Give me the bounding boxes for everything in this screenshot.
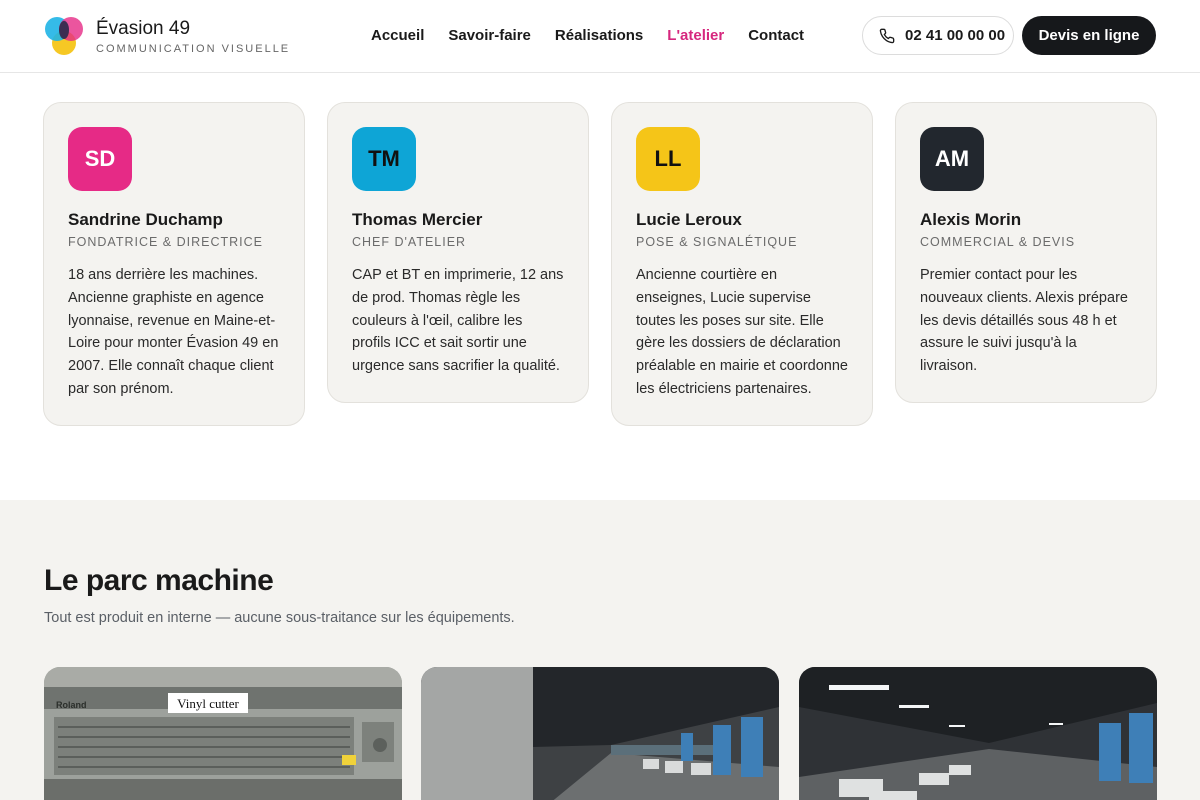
brand-tagline: COMMUNICATION VISUELLE: [96, 43, 291, 55]
member-name: Lucie Leroux: [636, 210, 742, 229]
phone-number: 02 41 00 00 00: [905, 27, 1006, 44]
member-role: POSE & SIGNALÉTIQUE: [636, 235, 798, 249]
machine-photo-warehouse[interactable]: [421, 667, 779, 800]
avatar: AM: [920, 127, 984, 191]
warehouse-image: [799, 667, 1157, 800]
team-card: TM Thomas Mercier CHEF D'ATELIER CAP et …: [327, 102, 589, 403]
main-nav: Accueil Savoir-faire Réalisations L'atel…: [371, 27, 804, 44]
member-name: Alexis Morin: [920, 210, 1022, 229]
section-subtitle: Tout est produit en interne — aucune sou…: [44, 610, 515, 626]
avatar: TM: [352, 127, 416, 191]
site-header: Évasion 49 COMMUNICATION VISUELLE Accuei…: [0, 0, 1200, 73]
member-name: Sandrine Duchamp: [68, 210, 223, 229]
nav-item-savoir-faire[interactable]: Savoir-faire: [448, 27, 531, 44]
nav-item-atelier[interactable]: L'atelier: [667, 27, 724, 44]
member-bio: Ancienne courtière en enseignes, Lucie s…: [636, 267, 848, 397]
nav-item-contact[interactable]: Contact: [748, 27, 804, 44]
section-title: Le parc machine: [44, 564, 274, 597]
team-card: AM Alexis Morin COMMERCIAL & DEVIS Premi…: [895, 102, 1157, 403]
vinyl-cutter-label: Vinyl cutter: [177, 696, 239, 711]
team-card: LL Lucie Leroux POSE & SIGNALÉTIQUE Anci…: [611, 102, 873, 426]
member-role: COMMERCIAL & DEVIS: [920, 235, 1076, 249]
member-role: FONDATRICE & DIRECTRICE: [68, 235, 263, 249]
member-role: CHEF D'ATELIER: [352, 235, 467, 249]
online-quote-button[interactable]: Devis en ligne: [1022, 16, 1156, 55]
brand-logo-icon[interactable]: [44, 15, 84, 57]
avatar: LL: [636, 127, 700, 191]
warehouse-image: [421, 667, 779, 800]
phone-button[interactable]: 02 41 00 00 00: [862, 16, 1014, 55]
brand-name[interactable]: Évasion 49: [96, 18, 190, 40]
machine-section: Le parc machine Tout est produit en inte…: [0, 500, 1200, 800]
team-card: SD Sandrine Duchamp FONDATRICE & DIRECTR…: [43, 102, 305, 426]
vinyl-cutter-image: Roland Vinyl cutter: [44, 667, 402, 800]
nav-item-realisations[interactable]: Réalisations: [555, 27, 643, 44]
machine-photo-warehouse-2[interactable]: [799, 667, 1157, 800]
phone-icon: [879, 28, 895, 43]
machine-photo-vinyl-cutter[interactable]: Roland Vinyl cutter: [44, 667, 402, 800]
member-name: Thomas Mercier: [352, 210, 483, 229]
member-bio: CAP et BT en imprimerie, 12 ans de prod.…: [352, 267, 564, 375]
member-bio: Premier contact pour les nouveaux client…: [920, 267, 1128, 375]
avatar: SD: [68, 127, 132, 191]
nav-item-accueil[interactable]: Accueil: [371, 27, 424, 44]
machine-brand-label: Roland: [56, 700, 87, 710]
member-bio: 18 ans derrière les machines. Ancienne g…: [68, 267, 279, 397]
